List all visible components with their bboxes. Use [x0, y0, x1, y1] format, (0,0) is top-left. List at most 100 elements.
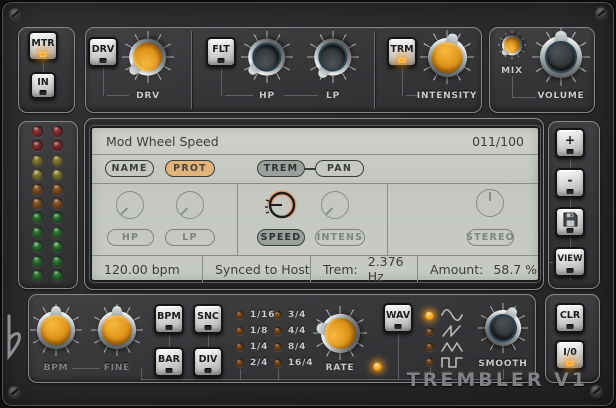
drv-button[interactable]: DRV	[88, 37, 118, 67]
floppy-disk-icon	[563, 212, 578, 227]
div-button[interactable]: DIV	[193, 347, 223, 377]
division-leds-col1: 1/16 1/8 1/4 2/4	[236, 307, 275, 371]
trembler-plugin-window: MTR IN DRV DRV FLT HP LP TRM INTENSITY	[0, 0, 616, 408]
bar-led	[166, 368, 173, 373]
divider	[237, 184, 238, 256]
meter-led	[32, 169, 43, 180]
display-stereo-knob[interactable]	[476, 189, 504, 217]
drive-knob[interactable]	[122, 31, 174, 83]
minus-icon: -	[568, 173, 573, 187]
clr-led	[567, 324, 574, 329]
clr-button[interactable]: CLR	[555, 303, 585, 333]
status-trem-rate: Trem:2.376 Hz	[310, 256, 417, 282]
meter-led	[52, 212, 63, 223]
display-hp-knob[interactable]	[116, 191, 144, 219]
clr-label: CLR	[560, 310, 580, 321]
meter-led	[32, 270, 43, 281]
divider	[387, 184, 388, 256]
hp-knob[interactable]	[241, 31, 293, 83]
increment-led	[567, 149, 574, 154]
division-row[interactable]: 1/16	[236, 307, 275, 323]
waveform-led-square	[426, 358, 434, 366]
division-led	[274, 359, 282, 367]
mtr-button-label: MTR	[31, 38, 54, 49]
view-button[interactable]: VIEW	[554, 247, 586, 277]
meter-led	[52, 270, 63, 281]
display-lp-knob[interactable]	[176, 191, 204, 219]
volume-knob[interactable]	[532, 28, 590, 86]
division-row[interactable]: 8/4	[274, 339, 313, 355]
div-led	[205, 368, 212, 373]
save-preset-button[interactable]	[555, 207, 585, 237]
trem-mode-button[interactable]: TREM	[257, 160, 305, 177]
display-speed-label[interactable]: SPEED	[257, 229, 305, 246]
meter-led	[32, 155, 43, 166]
pan-mode-button[interactable]: PAN	[315, 160, 364, 177]
division-row[interactable]: 3/4	[274, 307, 313, 323]
division-led	[236, 327, 244, 335]
trm-led	[399, 58, 406, 63]
meter-led	[32, 126, 43, 137]
preset-increment-button[interactable]: +	[555, 128, 585, 158]
bar-button[interactable]: BAR	[154, 347, 184, 377]
waveform-led-sine	[425, 311, 434, 320]
trace-line	[141, 379, 208, 380]
bpm-mode-led	[166, 325, 173, 330]
lcd-title-row: Mod Wheel Speed 011/100	[92, 128, 538, 155]
plus-icon: +	[565, 133, 575, 147]
meter-led	[52, 227, 63, 238]
display-hp-label[interactable]: HP	[107, 229, 154, 246]
display-speed-knob[interactable]	[262, 185, 302, 225]
smooth-knob[interactable]	[478, 303, 528, 353]
display-intens-knob[interactable]	[321, 191, 349, 219]
triangle-wave-icon	[441, 340, 463, 354]
display-intens-label[interactable]: INTENS	[315, 229, 365, 246]
division-label: 8/4	[288, 342, 306, 352]
fine-knob[interactable]	[91, 304, 143, 356]
prot-button[interactable]: PROT	[165, 160, 215, 177]
flt-led	[218, 58, 225, 63]
meter-led	[52, 256, 63, 267]
bpm-knob[interactable]	[30, 304, 82, 356]
preset-decrement-button[interactable]: -	[555, 168, 585, 198]
power-io-button[interactable]: I/0	[555, 340, 585, 370]
sine-wave-icon	[441, 308, 463, 322]
division-row[interactable]: 1/4	[236, 339, 275, 355]
division-row[interactable]: 2/4	[236, 355, 275, 371]
bpm-knob-label: BPM	[26, 363, 86, 373]
bpm-mode-button[interactable]: BPM	[154, 304, 184, 334]
division-label: 2/4	[250, 358, 268, 368]
mtr-button[interactable]: MTR	[28, 31, 58, 61]
trace-line	[402, 66, 403, 96]
intensity-knob[interactable]	[420, 30, 474, 84]
division-row[interactable]: 16/4	[274, 355, 313, 371]
name-button[interactable]: NAME	[105, 160, 154, 177]
div-label: DIV	[199, 354, 218, 365]
division-led	[274, 343, 282, 351]
display-stereo-label[interactable]: STEREO	[467, 229, 514, 246]
display-lp-label[interactable]: LP	[165, 229, 215, 246]
rate-knob[interactable]	[313, 306, 367, 360]
trace-line	[169, 334, 170, 348]
in-button[interactable]: IN	[30, 72, 56, 99]
drv-button-label: DRV	[92, 44, 115, 55]
hp-knob-label: HP	[237, 91, 297, 101]
meter-led	[52, 198, 63, 209]
meter-led	[32, 184, 43, 195]
waveform-led-triangle	[426, 343, 434, 351]
meter-led	[32, 212, 43, 223]
trace-line	[512, 76, 513, 98]
division-row[interactable]: 1/8	[236, 323, 275, 339]
screw-icon	[595, 6, 608, 19]
division-label: 3/4	[288, 310, 306, 320]
mix-knob[interactable]	[498, 31, 526, 59]
saw-wave-icon	[441, 324, 463, 338]
lp-knob[interactable]	[307, 31, 359, 83]
division-led	[236, 343, 244, 351]
wav-button[interactable]: WAV	[383, 303, 413, 333]
division-led	[236, 359, 244, 367]
flt-button[interactable]: FLT	[206, 37, 236, 67]
snc-button[interactable]: SNC	[193, 304, 223, 334]
trm-button[interactable]: TRM	[387, 37, 417, 67]
division-row[interactable]: 4/4	[274, 323, 313, 339]
